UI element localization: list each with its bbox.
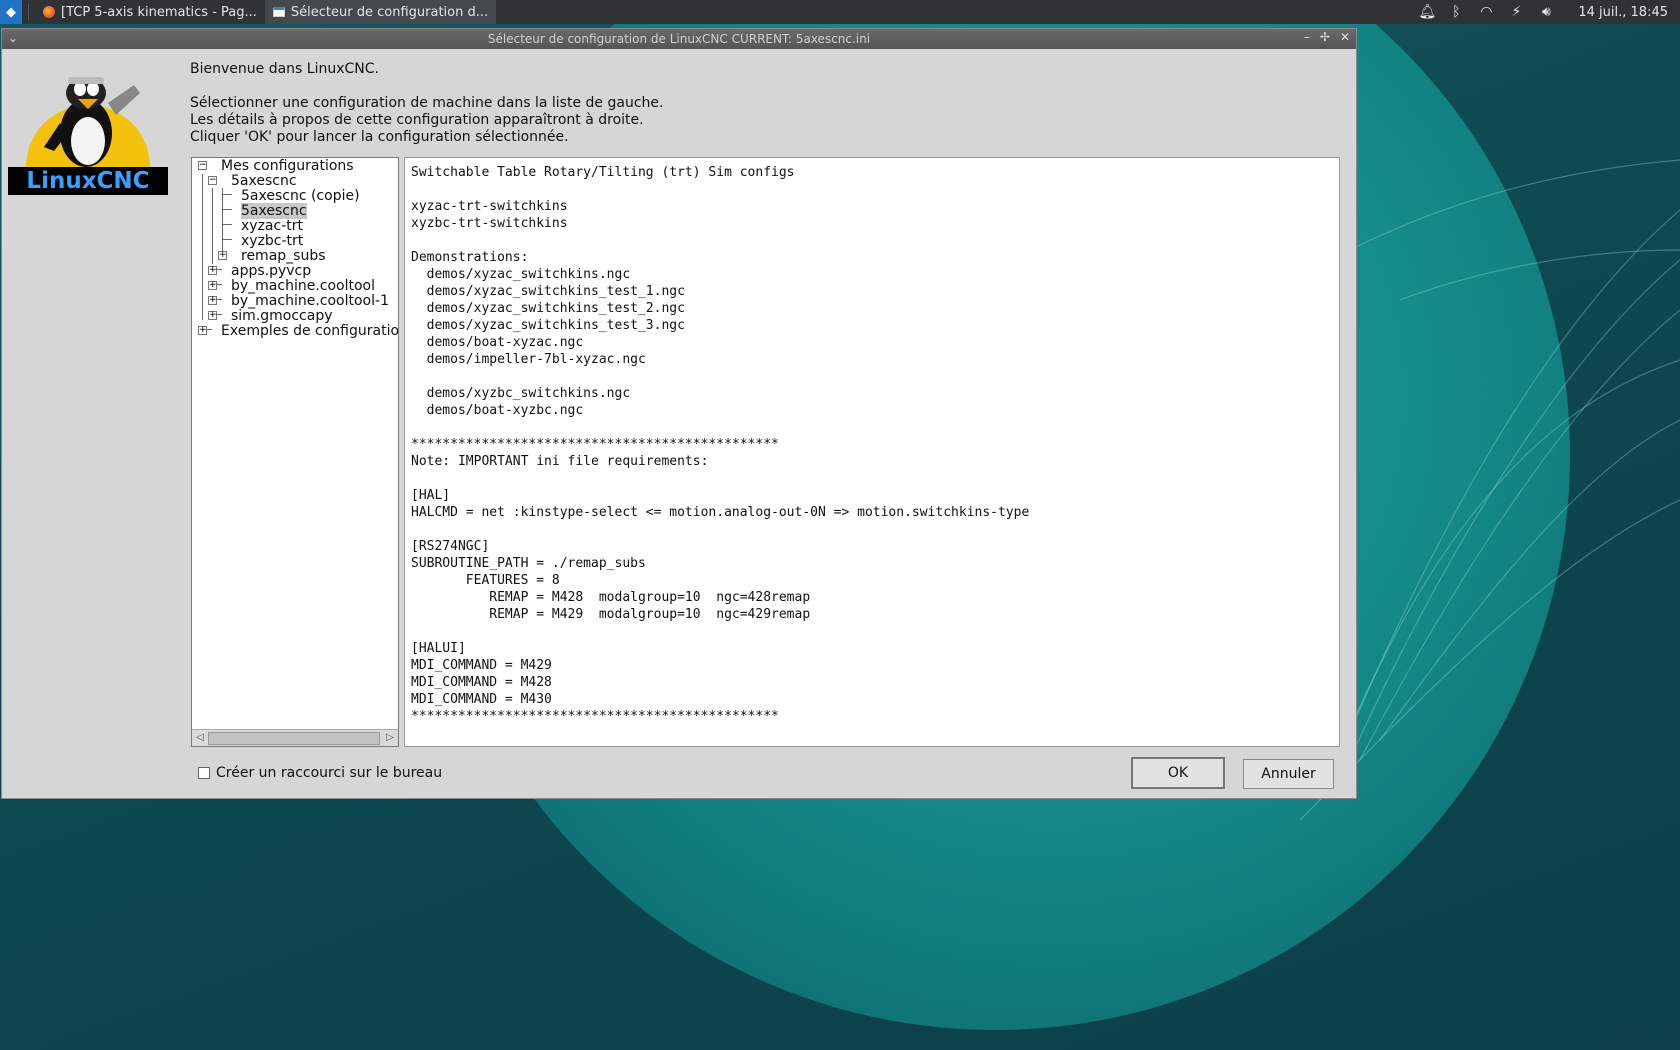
tree-connector (222, 209, 232, 210)
tree-item-mes-configurations[interactable]: Mes configurations (221, 159, 354, 174)
tree-item-xyzac-trt[interactable]: xyzac-trt (241, 219, 303, 234)
system-tray: 🔔︎ ᛒ ◠ ⚡︎ 🔊︎ 14 juil., 18:45 (1418, 0, 1680, 24)
expand-exemples-icon[interactable]: + (198, 326, 207, 335)
welcome-text: Bienvenue dans LinuxCNC. (190, 61, 379, 77)
expand-cooltool-1-icon[interactable]: + (208, 296, 217, 305)
notification-bell-icon[interactable]: 🔔︎ (1418, 4, 1436, 20)
expand-apps-pyvcp-icon[interactable]: + (208, 266, 217, 275)
window-controls: – ✢ ✕ (1304, 30, 1350, 44)
tree-connector (212, 188, 213, 264)
tree-item-sim-gmoccapy[interactable]: sim.gmoccapy (231, 309, 333, 324)
power-icon[interactable]: ⚡︎ (1508, 4, 1524, 20)
window-menu-icon[interactable]: ⌄ (8, 31, 18, 45)
clock[interactable]: 14 juil., 18:45 (1578, 5, 1668, 20)
linuxcnc-logo: LinuxCNC (8, 63, 168, 195)
window-title: Sélecteur de configuration de LinuxCNC C… (487, 32, 871, 46)
tree-item-by-machine-cooltool-1[interactable]: by_machine.cooltool-1 (231, 294, 389, 309)
top-panel: ◆ [TCP 5-axis kinematics - Pag... Sélect… (0, 0, 1680, 24)
task-firefox[interactable]: [TCP 5-axis kinematics - Pag... (35, 0, 265, 24)
volume-icon[interactable]: 🔊︎ (1538, 4, 1554, 20)
tree-horizontal-scrollbar[interactable]: ◁ ▷ (192, 729, 398, 746)
config-tree: − Mes configurations − 5axescnc 5axescnc… (191, 157, 399, 747)
config-details-text: Switchable Table Rotary/Tilting (trt) Si… (411, 165, 1030, 724)
expand-remap-subs-icon[interactable]: + (218, 251, 227, 260)
tree-connector (222, 188, 223, 252)
tree-item-5axescnc-copie[interactable]: 5axescnc (copie) (241, 189, 360, 204)
panel-separator (28, 4, 29, 20)
ok-button[interactable]: OK (1131, 757, 1225, 789)
tree-item-by-machine-cooltool[interactable]: by_machine.cooltool (231, 279, 375, 294)
tree-item-5axescnc-group[interactable]: 5axescnc (231, 174, 297, 189)
window-icon (272, 7, 285, 17)
cancel-button[interactable]: Annuler (1243, 759, 1334, 789)
expand-sim-gmoccapy-icon[interactable]: + (208, 311, 217, 320)
config-details-panel: Switchable Table Rotary/Tilting (trt) Si… (404, 157, 1340, 747)
maximize-icon[interactable]: ✢ (1320, 30, 1330, 44)
task-firefox-label: [TCP 5-axis kinematics - Pag... (61, 4, 257, 20)
tree-connector (222, 224, 232, 225)
intro-line-2: Les détails à propos de cette configurat… (190, 112, 644, 128)
task-config-selector-label: Sélecteur de configuration d... (290, 4, 489, 20)
tree-item-5axescnc-selected[interactable]: 5axescnc (241, 203, 307, 219)
scroll-left-icon[interactable]: ◁ (193, 731, 207, 744)
config-selector-window: ⌄ Sélecteur de configuration de LinuxCNC… (1, 28, 1357, 799)
logo-text: LinuxCNC (8, 167, 168, 195)
intro-line-1: Sélectionner une configuration de machin… (190, 95, 664, 111)
tree-item-xyzbc-trt[interactable]: xyzbc-trt (241, 234, 303, 249)
app-menu-icon[interactable]: ◆ (0, 0, 22, 24)
tree-item-exemples-de-configuration[interactable]: Exemples de configuration (221, 324, 398, 339)
desktop-shortcut-label: Créer un raccourci sur le bureau (216, 765, 443, 781)
tree-connector (202, 174, 203, 320)
tree-connector (222, 194, 232, 195)
expand-cooltool-icon[interactable]: + (208, 281, 217, 290)
firefox-icon (43, 6, 55, 18)
desktop-shortcut-checkbox[interactable] (198, 767, 210, 779)
scroll-right-icon[interactable]: ▷ (383, 731, 397, 744)
intro-text: Bienvenue dans LinuxCNC. Sélectionner un… (190, 61, 663, 146)
window-titlebar[interactable]: ⌄ Sélecteur de configuration de LinuxCNC… (2, 29, 1356, 49)
minimize-icon[interactable]: – (1304, 30, 1310, 44)
tux-mascot-icon (26, 77, 150, 167)
intro-line-3: Cliquer 'OK' pour lancer la configuratio… (190, 129, 569, 145)
tree-item-apps-pyvcp[interactable]: apps.pyvcp (231, 264, 311, 279)
bluetooth-icon[interactable]: ᛒ (1448, 4, 1464, 20)
wifi-icon[interactable]: ◠ (1478, 4, 1494, 20)
collapse-mes-configurations-icon[interactable]: − (198, 161, 207, 170)
close-icon[interactable]: ✕ (1340, 30, 1350, 44)
task-config-selector[interactable]: Sélecteur de configuration d... (264, 0, 497, 24)
tree-connector (222, 239, 232, 240)
collapse-5axescnc-icon[interactable]: − (208, 176, 217, 185)
scrollbar-thumb[interactable] (208, 732, 380, 745)
desktop-shortcut-option[interactable]: Créer un raccourci sur le bureau (198, 765, 442, 781)
tree-item-remap-subs[interactable]: remap_subs (241, 249, 326, 264)
